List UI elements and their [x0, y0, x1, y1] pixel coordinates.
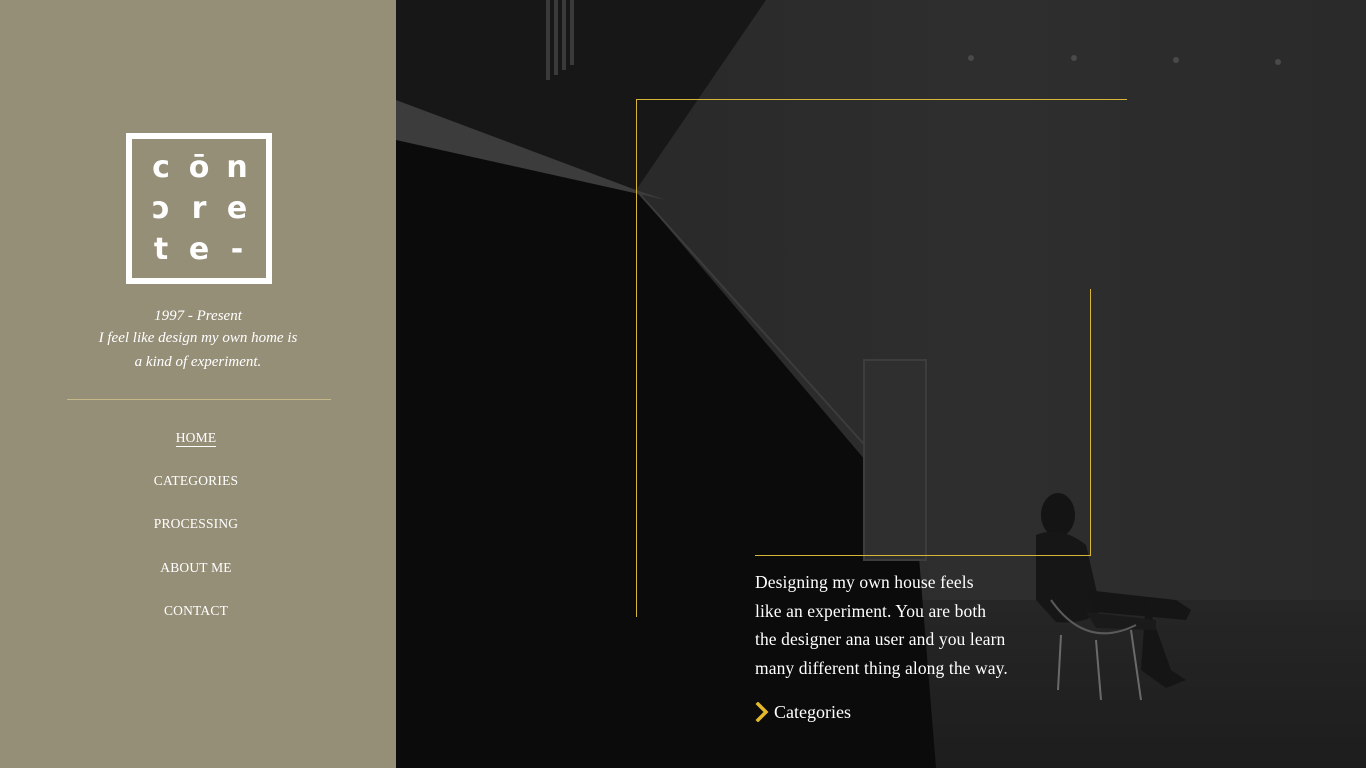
categories-link[interactable]: Categories: [755, 700, 851, 724]
hero-quote: Designing my own house feels like an exp…: [755, 568, 1055, 683]
tagline-line-2: a kind of experiment.: [134, 354, 262, 370]
frame-right-line: [1090, 289, 1091, 556]
quote-line: the designer ana user and you learn: [755, 629, 1006, 650]
logo-letter: ō: [188, 149, 210, 185]
quote-line: many different thing along the way.: [755, 658, 1008, 679]
concrete-logo[interactable]: c ō n ɔ r e t e -: [126, 133, 272, 284]
logo-letter: r: [191, 190, 207, 226]
sidebar: c ō n ɔ r e t e - 1997 - Present I feel …: [0, 0, 396, 768]
nav-item-label: ABOUT ME: [160, 560, 232, 575]
tagline-line-1: I feel like design my own home is: [98, 330, 298, 346]
chevron-right-icon: [755, 702, 769, 722]
sidebar-divider: [67, 399, 331, 400]
frame-left-line: [636, 99, 637, 617]
nav-item-categories[interactable]: CATEGORIES: [0, 473, 392, 489]
logo-letter: n: [226, 149, 248, 185]
nav-item-about-me[interactable]: ABOUT ME: [0, 560, 392, 576]
nav-item-home[interactable]: HOME: [0, 430, 392, 447]
nav-item-label: PROCESSING: [153, 516, 239, 531]
frame-bottom-line: [755, 555, 1091, 556]
logo-letter: e: [226, 190, 248, 226]
logo-letters: c ō n ɔ r e t e -: [142, 147, 256, 270]
nav-item-label: HOME: [175, 430, 217, 447]
nav-item-label: CONTACT: [163, 603, 229, 618]
nav-item-processing[interactable]: PROCESSING: [0, 516, 392, 532]
nav-item-contact[interactable]: CONTACT: [0, 603, 392, 619]
logo-letter: e: [188, 231, 210, 267]
logo-letter: c: [152, 149, 170, 185]
logo-letter: -: [230, 231, 244, 267]
frame-top-line: [636, 99, 1127, 100]
quote-line: like an experiment. You are both: [755, 600, 987, 621]
logo-letter: t: [153, 231, 169, 267]
nav-item-label: CATEGORIES: [153, 473, 239, 488]
quote-line: Designing my own house feels: [755, 572, 974, 592]
categories-link-label: Categories: [774, 701, 851, 722]
logo-letter: ɔ: [152, 190, 170, 226]
years-text: 1997 - Present: [154, 308, 242, 324]
